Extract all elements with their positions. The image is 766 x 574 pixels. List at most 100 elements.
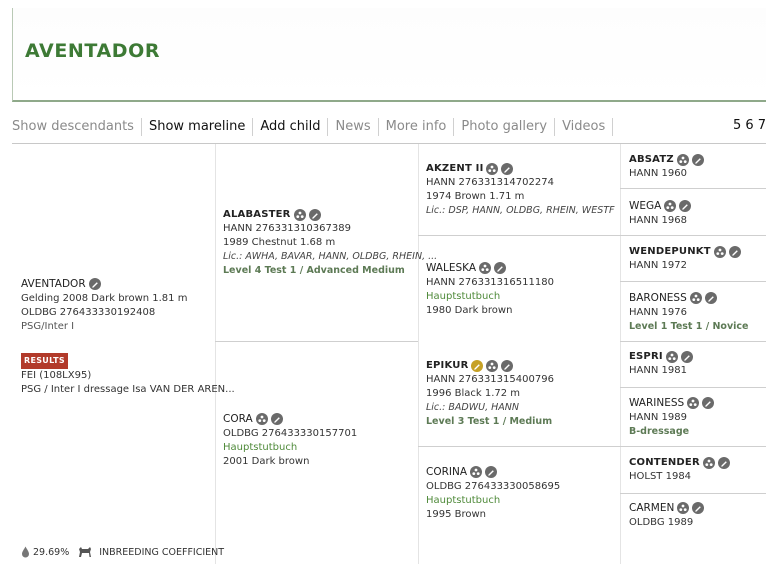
offspring-icon[interactable] <box>255 413 268 425</box>
ancestor-name-text: WENDEPUNKT <box>629 246 711 257</box>
edit-icon[interactable] <box>704 292 717 304</box>
ancestor-1: ABSATZ HANN 1960 <box>629 153 704 181</box>
subject-sport: PSG/Inter I <box>21 321 75 332</box>
divider <box>620 341 766 342</box>
edit-icon[interactable] <box>501 360 514 372</box>
nav-news[interactable]: News <box>328 118 379 136</box>
sire-licenses: Lic.: AWHA, BAVAR, HANN, OLDBG, RHEIN, .… <box>223 251 438 262</box>
dam-name[interactable]: CORA <box>223 412 283 426</box>
offspring-icon[interactable] <box>665 351 678 363</box>
divider <box>418 235 620 236</box>
nav-videos[interactable]: Videos <box>555 118 614 136</box>
dam-dam-info: 1995 Brown <box>426 509 487 520</box>
edit-icon[interactable] <box>679 200 692 212</box>
result-line-1: FEI (108LX95) <box>21 370 92 381</box>
edit-icon[interactable] <box>270 413 283 425</box>
dam: CORA OLDBG 276433330157701 Hauptstutbuch… <box>223 412 357 469</box>
divider <box>620 235 766 236</box>
nav-bar: Show descendants Show mareline Add child… <box>12 116 614 138</box>
drop-icon <box>22 546 29 558</box>
edit-icon[interactable] <box>692 502 705 514</box>
ancestor-8: CARMEN OLDBG 1989 <box>629 501 705 530</box>
ancestor-name[interactable]: CONTENDER <box>629 456 730 470</box>
premium-icon[interactable] <box>471 360 484 372</box>
divider <box>12 143 766 144</box>
nav-add-child[interactable]: Add child <box>253 118 329 136</box>
ancestor-registration: HANN 1968 <box>629 215 687 226</box>
divider <box>620 446 766 447</box>
ancestor-name[interactable]: ABSATZ <box>629 153 704 167</box>
sire-name[interactable]: ALABASTER <box>223 208 321 222</box>
offspring-icon[interactable] <box>677 502 690 514</box>
nav-photo-gallery[interactable]: Photo gallery <box>454 118 556 136</box>
dam-dam-studbook: Hauptstutbuch <box>426 495 501 506</box>
dam-studbook: Hauptstutbuch <box>223 442 298 453</box>
divider <box>418 446 620 447</box>
result-line-2[interactable]: PSG / Inter I dressage Isa VAN DER AREN.… <box>21 383 235 397</box>
ancestor-registration: HANN 1976 <box>629 307 687 318</box>
divider <box>418 144 419 564</box>
offspring-icon[interactable] <box>486 360 499 372</box>
divider <box>620 387 766 388</box>
dam-dam-registration: OLDBG 276433330058695 <box>426 481 561 492</box>
edit-icon[interactable] <box>680 351 693 363</box>
offspring-icon[interactable] <box>713 246 726 258</box>
ancestor-registration: HANN 1981 <box>629 365 687 376</box>
ancestor-registration: HOLST 1984 <box>629 471 692 482</box>
offspring-icon[interactable] <box>479 262 492 274</box>
results-block: RESULTS FEI (108LX95) PSG / Inter I dres… <box>21 353 235 397</box>
sire: ALABASTER HANN 276331310367389 1989 Ches… <box>223 208 437 278</box>
subject-registration: OLDBG 276433330192408 <box>21 307 156 318</box>
edit-icon[interactable] <box>501 163 514 175</box>
ancestor-name-text: ABSATZ <box>629 154 674 165</box>
sire-dam-name[interactable]: WALESKA <box>426 261 507 275</box>
edit-icon[interactable] <box>717 457 730 469</box>
sire-dam-info: 1980 Dark brown <box>426 305 513 316</box>
sire-sire-name[interactable]: AKZENT II <box>426 162 514 176</box>
edit-icon[interactable] <box>88 278 101 290</box>
nav-show-descendants[interactable]: Show descendants <box>12 118 142 136</box>
offspring-icon[interactable] <box>689 292 702 304</box>
edit-icon[interactable] <box>691 154 704 166</box>
offspring-icon[interactable] <box>664 200 677 212</box>
edit-icon[interactable] <box>308 209 321 221</box>
results-badge[interactable]: RESULTS <box>21 353 68 369</box>
edit-icon[interactable] <box>494 262 507 274</box>
ancestor-registration: HANN 1989 <box>629 412 687 423</box>
ancestor-registration: HANN 1960 <box>629 168 687 179</box>
offspring-icon[interactable] <box>486 163 499 175</box>
nav-more-info[interactable]: More info <box>379 118 455 136</box>
sire-info: 1989 Chestnut 1.68 m <box>223 237 336 248</box>
ancestor-name-text: BARONESS <box>629 292 687 304</box>
ancestor-name[interactable]: BARONESS <box>629 291 717 305</box>
ancestor-7: CONTENDER HOLST 1984 <box>629 456 730 484</box>
ancestor-name-text: ESPRI <box>629 351 663 362</box>
dam-sire-name[interactable]: EPIKUR <box>426 359 514 373</box>
edit-icon[interactable] <box>728 246 741 258</box>
ancestor-name[interactable]: WEGA <box>629 199 692 213</box>
generation-pages[interactable]: 5 6 7 8 <box>733 118 766 133</box>
edit-icon[interactable] <box>485 466 498 478</box>
ancestor-name[interactable]: CARMEN <box>629 501 705 515</box>
ancestor-name[interactable]: WARINESS <box>629 396 715 410</box>
dam-dam-name[interactable]: CORINA <box>426 465 498 479</box>
offspring-icon[interactable] <box>702 457 715 469</box>
edit-icon[interactable] <box>702 397 715 409</box>
ancestor-name[interactable]: ESPRI <box>629 350 693 364</box>
inbreeding-label[interactable]: INBREEDING COEFFICIENT <box>99 547 224 558</box>
offspring-icon[interactable] <box>293 209 306 221</box>
sire-sire-info: 1974 Brown 1.71 m <box>426 191 525 202</box>
dam-dam-name-text: CORINA <box>426 466 468 478</box>
divider <box>215 341 418 342</box>
inbreeding-value: 29.69% <box>33 546 70 558</box>
sire-sire-licenses: Lic.: DSP, HANN, OLDBG, RHEIN, WESTF <box>426 205 615 216</box>
offspring-icon[interactable] <box>470 466 483 478</box>
nav-show-mareline[interactable]: Show mareline <box>142 118 254 136</box>
horse-icon[interactable] <box>77 546 93 558</box>
ancestor-3: WENDEPUNKT HANN 1972 <box>629 245 741 273</box>
ancestor-name[interactable]: WENDEPUNKT <box>629 245 741 259</box>
sire-sire: AKZENT II HANN 276331314702274 1974 Brow… <box>426 162 615 218</box>
subject-name[interactable]: AVENTADOR <box>21 277 101 291</box>
offspring-icon[interactable] <box>687 397 700 409</box>
offspring-icon[interactable] <box>676 154 689 166</box>
